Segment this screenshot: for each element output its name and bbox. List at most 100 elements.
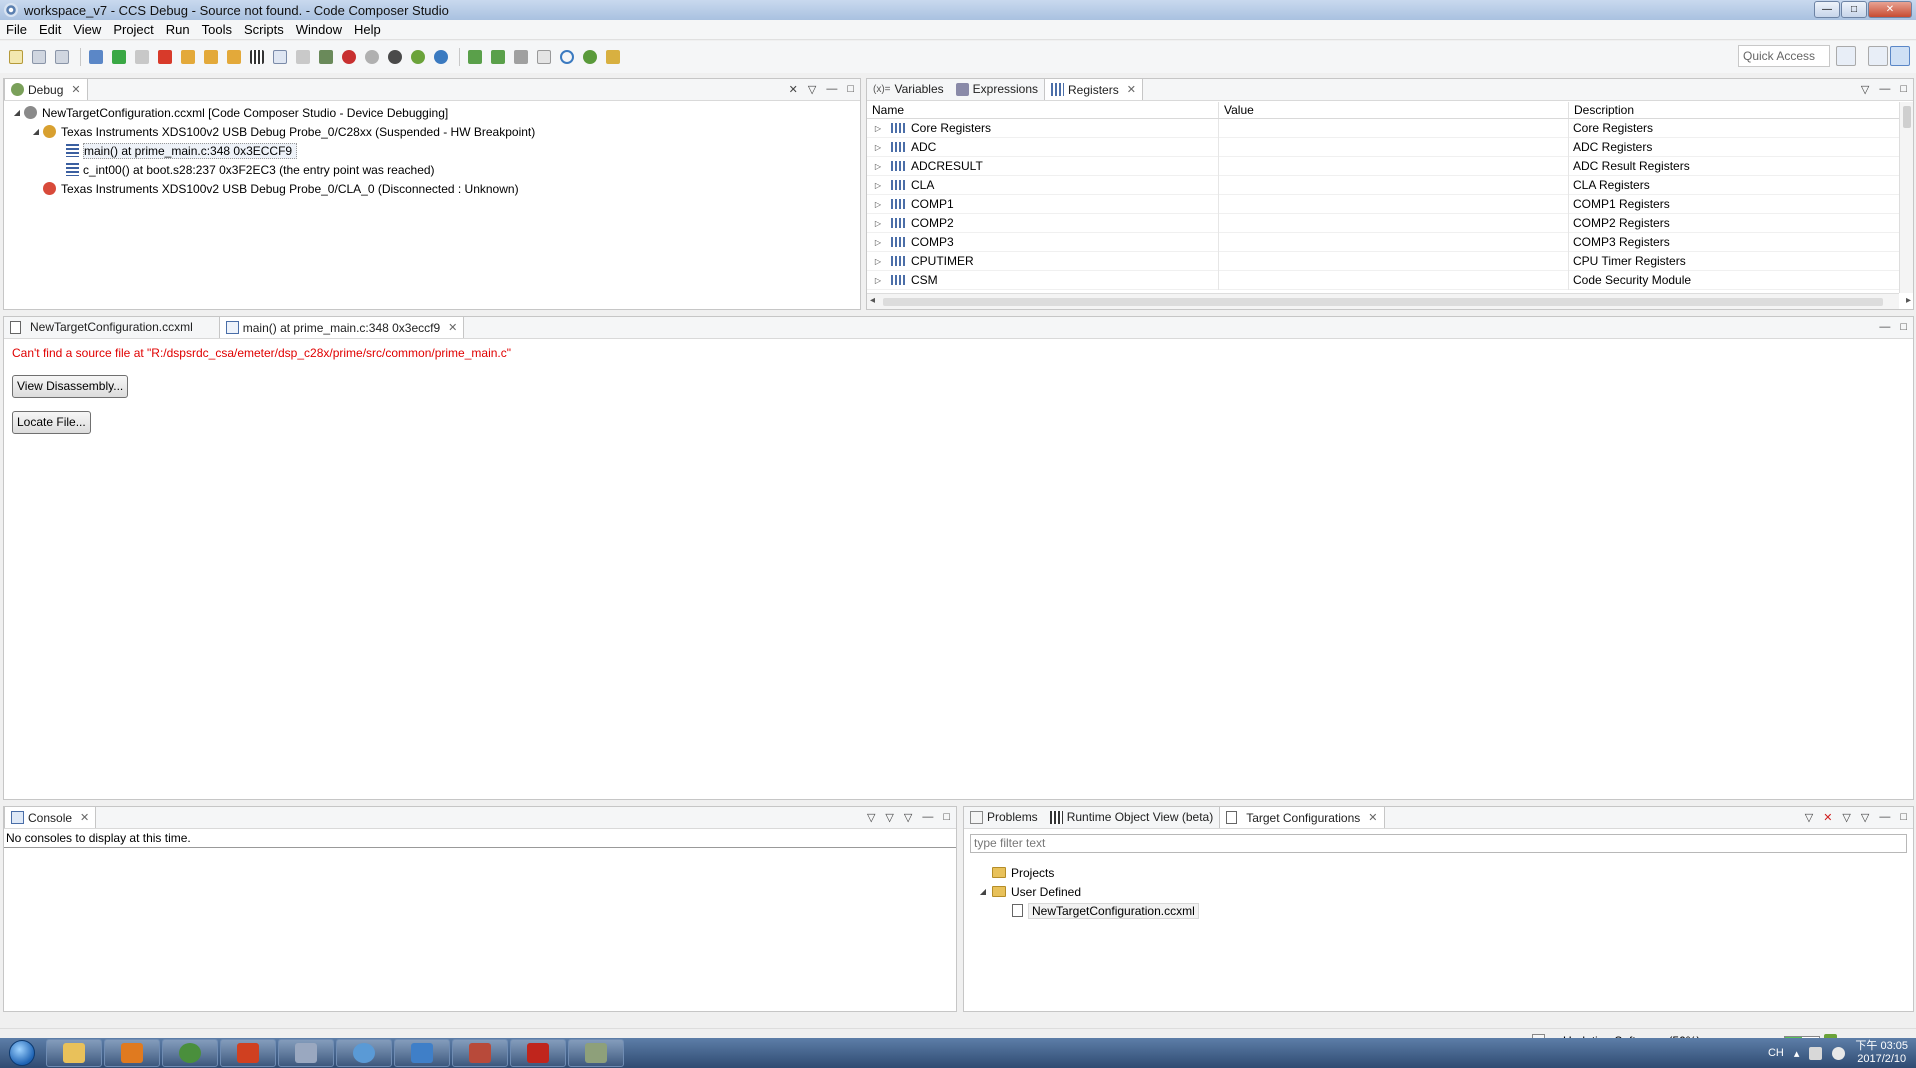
step-return-icon[interactable]: [224, 47, 244, 67]
close-icon[interactable]: ✕: [1127, 83, 1136, 96]
tray-arrow-icon[interactable]: ▴: [1794, 1047, 1800, 1060]
connect-icon[interactable]: [293, 47, 313, 67]
menu-tools[interactable]: Tools: [196, 22, 238, 37]
close-icon[interactable]: ✕: [71, 83, 80, 96]
minimize-icon[interactable]: —: [826, 83, 837, 96]
load-program-icon[interactable]: [316, 47, 336, 67]
taskbar-chrome[interactable]: [162, 1039, 218, 1067]
register-value[interactable]: [1219, 232, 1569, 252]
view-menu-icon[interactable]: ▽: [1861, 83, 1869, 96]
locate-file-button[interactable]: Locate File...: [12, 411, 91, 434]
taskbar-outlook[interactable]: [104, 1039, 160, 1067]
menu-file[interactable]: File: [0, 22, 33, 37]
tab-target-configurations[interactable]: Target Configurations ✕: [1219, 806, 1385, 828]
skip-breakpoints-icon[interactable]: [362, 47, 382, 67]
registers-horizontal-scrollbar[interactable]: ◂ ▸: [867, 293, 1911, 309]
tree-row-c28xx[interactable]: ◢ Texas Instruments XDS100v2 USB Debug P…: [4, 122, 860, 141]
taskbar-snipping[interactable]: [336, 1039, 392, 1067]
maximize-icon[interactable]: □: [943, 811, 950, 824]
register-value[interactable]: [1219, 137, 1569, 157]
view-icon[interactable]: [534, 47, 554, 67]
tree-row-target-config[interactable]: ◢ NewTargetConfiguration.ccxml [Code Com…: [4, 103, 860, 122]
maximize-icon[interactable]: □: [847, 83, 854, 96]
scroll-right-icon[interactable]: ▸: [1906, 295, 1911, 306]
collapse-all-icon[interactable]: ▽: [1861, 811, 1869, 824]
taskbar-remote[interactable]: [394, 1039, 450, 1067]
register-value[interactable]: [1219, 175, 1569, 195]
restart-icon[interactable]: [431, 47, 451, 67]
bug-icon[interactable]: [580, 47, 600, 67]
minimize-icon[interactable]: —: [1879, 811, 1890, 824]
tab-registers[interactable]: Registers ✕: [1044, 78, 1143, 100]
tree-row-user-defined[interactable]: ◢ User Defined: [978, 882, 1081, 901]
scroll-thumb[interactable]: [1903, 106, 1911, 128]
assembly-step-over-icon[interactable]: [488, 47, 508, 67]
maximize-button[interactable]: □: [1841, 1, 1867, 18]
expand-icon[interactable]: ◢: [978, 887, 988, 896]
debug-launch-icon[interactable]: [385, 47, 405, 67]
register-value[interactable]: [1219, 270, 1569, 290]
table-row[interactable]: ▷ ADC ADC Registers: [867, 137, 1899, 157]
tree-row-main-frame[interactable]: main() at prime_main.c:348 0x3ECCF9: [4, 141, 860, 160]
expand-icon[interactable]: ◢: [12, 108, 22, 117]
step-into-icon[interactable]: [178, 47, 198, 67]
menu-view[interactable]: View: [67, 22, 107, 37]
assembly-step-into-icon[interactable]: [465, 47, 485, 67]
new-icon[interactable]: [6, 47, 26, 67]
debug-view-icon[interactable]: [86, 47, 106, 67]
table-row[interactable]: ▷ COMP2 COMP2 Registers: [867, 213, 1899, 233]
view-disassembly-button[interactable]: View Disassembly...: [12, 375, 129, 398]
expand-icon[interactable]: ▷: [873, 181, 883, 190]
column-name[interactable]: Name: [867, 102, 1219, 118]
menu-project[interactable]: Project: [107, 22, 159, 37]
column-description[interactable]: Description: [1569, 102, 1899, 118]
clock[interactable]: 下午 03:05 2017/2/10: [1855, 1040, 1908, 1066]
tab-console[interactable]: Console ✕: [4, 806, 97, 828]
minimize-icon[interactable]: —: [1879, 83, 1890, 96]
scroll-left-icon[interactable]: ◂: [870, 295, 875, 306]
memory-grid-icon[interactable]: [247, 47, 267, 67]
terminate-icon[interactable]: [155, 47, 175, 67]
step-over-icon[interactable]: [201, 47, 221, 67]
save-icon[interactable]: [29, 47, 49, 67]
close-button[interactable]: ✕: [1868, 1, 1912, 18]
menu-run[interactable]: Run: [160, 22, 196, 37]
tab-runtime-object-view[interactable]: Runtime Object View (beta): [1044, 806, 1220, 828]
display-console-icon[interactable]: ▽: [885, 811, 893, 824]
column-value[interactable]: Value: [1219, 102, 1569, 118]
menu-scripts[interactable]: Scripts: [238, 22, 290, 37]
maximize-icon[interactable]: □: [1900, 321, 1907, 333]
table-row[interactable]: ▷ Core Registers Core Registers: [867, 119, 1899, 138]
ccs-debug-perspective-icon[interactable]: [1890, 46, 1910, 66]
taskbar-paint[interactable]: [278, 1039, 334, 1067]
table-row[interactable]: ▷ CLA CLA Registers: [867, 175, 1899, 195]
expand-icon[interactable]: ◢: [31, 127, 41, 136]
expand-icon[interactable]: ▷: [873, 200, 883, 209]
quick-access-field[interactable]: Quick Access: [1738, 45, 1830, 67]
tools-icon[interactable]: [511, 47, 531, 67]
open-console-icon[interactable]: ▽: [904, 811, 912, 824]
registers-vertical-scrollbar[interactable]: [1899, 102, 1913, 293]
expand-icon[interactable]: ▷: [873, 219, 883, 228]
tab-target-config[interactable]: NewTargetConfiguration.ccxml: [4, 316, 199, 338]
close-icon[interactable]: ✕: [80, 811, 89, 824]
view-menu-icon[interactable]: ▽: [808, 83, 816, 96]
tab-expressions[interactable]: Expressions: [950, 78, 1044, 100]
expand-icon[interactable]: ▷: [873, 143, 883, 152]
expand-icon[interactable]: ▷: [873, 276, 883, 285]
tab-variables[interactable]: (x)= Variables: [867, 78, 950, 100]
pin-console-icon[interactable]: ▽: [867, 811, 875, 824]
taskbar-explorer[interactable]: [46, 1039, 102, 1067]
register-value[interactable]: [1219, 156, 1569, 176]
tree-row-projects[interactable]: Projects: [992, 863, 1054, 882]
taskbar-ccs[interactable]: [568, 1039, 624, 1067]
toggle-view-icon[interactable]: [270, 47, 290, 67]
register-value[interactable]: [1219, 194, 1569, 214]
menu-edit[interactable]: Edit: [33, 22, 67, 37]
ime-indicator[interactable]: CH: [1768, 1047, 1784, 1059]
maximize-icon[interactable]: □: [1900, 83, 1907, 96]
register-value[interactable]: [1219, 213, 1569, 233]
taskbar-acrobat[interactable]: [510, 1039, 566, 1067]
expand-icon[interactable]: ▷: [873, 162, 883, 171]
refresh-icon[interactable]: ▽: [1842, 811, 1850, 824]
